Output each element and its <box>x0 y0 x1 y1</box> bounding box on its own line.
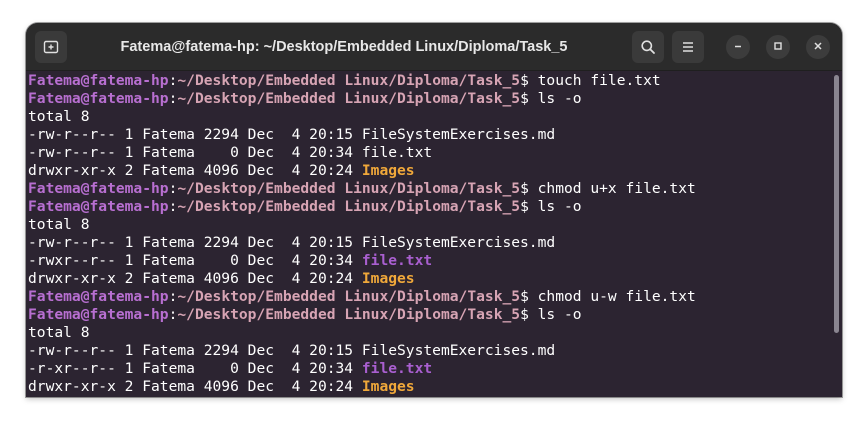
prompt-user: Fatema@fatema-hp <box>28 180 169 197</box>
output-line: -rw-r--r-- 1 Fatema 2294 Dec 4 20:15 Fil… <box>28 126 830 144</box>
prompt-path: ~/Desktop/Embedded Linux/Diploma/Task_5 <box>177 72 521 89</box>
maximize-icon <box>773 38 783 56</box>
command-text: ls -o <box>537 198 582 215</box>
minimize-button[interactable] <box>726 35 750 59</box>
maximize-button[interactable] <box>766 35 790 59</box>
listing-line: drwxr-xr-x 2 Fatema 4096 Dec 4 20:24 Ima… <box>28 162 830 180</box>
search-icon <box>640 39 656 55</box>
new-tab-button[interactable] <box>35 31 67 63</box>
output-line: -rw-r--r-- 1 Fatema 0 Dec 4 20:34 file.t… <box>28 144 830 162</box>
executable-file-name: file.txt <box>361 360 433 377</box>
prompt-user: Fatema@fatema-hp <box>28 90 169 107</box>
prompt-symbol: $ <box>520 90 538 107</box>
prompt-path: ~/Desktop/Embedded Linux/Diploma/Task_5 <box>177 90 521 107</box>
listing-line: drwxr-xr-x 2 Fatema 4096 Dec 4 20:24 Ima… <box>28 270 830 288</box>
output-line: total 8 <box>28 108 830 126</box>
new-tab-icon <box>43 39 59 55</box>
output-line: total 8 <box>28 324 830 342</box>
close-button[interactable] <box>806 35 830 59</box>
output-line: total 8 <box>28 216 830 234</box>
output-text: total 8 <box>28 108 90 125</box>
output-text: -rw-r--r-- 1 Fatema 2294 Dec 4 20:15 Fil… <box>28 126 556 143</box>
prompt-symbol: $ <box>520 288 538 305</box>
search-button[interactable] <box>632 31 664 63</box>
terminal-window: Fatema@fatema-hp: ~/Desktop/Embedded Lin… <box>26 23 842 397</box>
file-metadata: drwxr-xr-x 2 Fatema 4096 Dec 4 20:24 <box>28 378 362 395</box>
output-text: -rw-r--r-- 1 Fatema 0 Dec 4 20:34 file.t… <box>28 144 433 161</box>
command-line: Fatema@fatema-hp:~/Desktop/Embedded Linu… <box>28 288 830 306</box>
command-text: ls -o <box>537 90 582 107</box>
file-metadata: drwxr-xr-x 2 Fatema 4096 Dec 4 20:24 <box>28 270 362 287</box>
file-metadata: -r-xr--r-- 1 Fatema 0 Dec 4 20:34 <box>28 360 362 377</box>
output-text: -rw-r--r-- 1 Fatema 2294 Dec 4 20:15 Fil… <box>28 234 556 251</box>
command-text: chmod u-w file.txt <box>537 288 696 305</box>
command-line: Fatema@fatema-hp:~/Desktop/Embedded Linu… <box>28 198 830 216</box>
directory-name: Images <box>361 162 415 179</box>
command-line: Fatema@fatema-hp:~/Desktop/Embedded Linu… <box>28 180 830 198</box>
prompt-path: ~/Desktop/Embedded Linux/Diploma/Task_5 <box>177 288 521 305</box>
command-line: Fatema@fatema-hp:~/Desktop/Embedded Linu… <box>28 72 830 90</box>
prompt-user: Fatema@fatema-hp <box>28 306 169 323</box>
terminal-output[interactable]: Fatema@fatema-hp:~/Desktop/Embedded Linu… <box>26 71 830 397</box>
prompt-symbol: $ <box>520 306 538 323</box>
directory-name: Images <box>361 378 415 395</box>
prompt-path: ~/Desktop/Embedded Linux/Diploma/Task_5 <box>177 306 521 323</box>
output-line: -rw-r--r-- 1 Fatema 2294 Dec 4 20:15 Fil… <box>28 234 830 252</box>
file-metadata: -rwxr--r-- 1 Fatema 0 Dec 4 20:34 <box>28 252 362 269</box>
command-text: chmod u+x file.txt <box>537 180 696 197</box>
listing-line: -rwxr--r-- 1 Fatema 0 Dec 4 20:34 file.t… <box>28 252 830 270</box>
prompt-user: Fatema@fatema-hp <box>28 288 169 305</box>
menu-button[interactable] <box>672 31 704 63</box>
prompt-user: Fatema@fatema-hp <box>28 198 169 215</box>
output-text: total 8 <box>28 216 90 233</box>
output-text: total 8 <box>28 324 90 341</box>
prompt-path: ~/Desktop/Embedded Linux/Diploma/Task_5 <box>177 180 521 197</box>
window-title: Fatema@fatema-hp: ~/Desktop/Embedded Lin… <box>120 38 568 55</box>
minimize-icon <box>733 38 743 56</box>
directory-name: Images <box>361 270 415 287</box>
title-bar: Fatema@fatema-hp: ~/Desktop/Embedded Lin… <box>26 23 842 71</box>
prompt-user: Fatema@fatema-hp <box>28 72 169 89</box>
listing-line: drwxr-xr-x 2 Fatema 4096 Dec 4 20:24 Ima… <box>28 378 830 396</box>
hamburger-menu-icon <box>680 39 696 55</box>
listing-line: -r-xr--r-- 1 Fatema 0 Dec 4 20:34 file.t… <box>28 360 830 378</box>
output-text: -rw-r--r-- 1 Fatema 2294 Dec 4 20:15 Fil… <box>28 342 556 359</box>
close-icon <box>813 38 823 56</box>
command-line: Fatema@fatema-hp:~/Desktop/Embedded Linu… <box>28 90 830 108</box>
prompt-symbol: $ <box>520 198 538 215</box>
prompt-symbol: $ <box>520 72 538 89</box>
output-line: -rw-r--r-- 1 Fatema 2294 Dec 4 20:15 Fil… <box>28 342 830 360</box>
command-text: ls -o <box>537 306 582 323</box>
scrollbar-thumb[interactable] <box>834 75 839 333</box>
prompt-path: ~/Desktop/Embedded Linux/Diploma/Task_5 <box>177 198 521 215</box>
command-text: touch file.txt <box>537 72 661 89</box>
command-line: Fatema@fatema-hp:~/Desktop/Embedded Linu… <box>28 306 830 324</box>
prompt-symbol: $ <box>520 180 538 197</box>
file-metadata: drwxr-xr-x 2 Fatema 4096 Dec 4 20:24 <box>28 162 362 179</box>
executable-file-name: file.txt <box>361 252 433 269</box>
